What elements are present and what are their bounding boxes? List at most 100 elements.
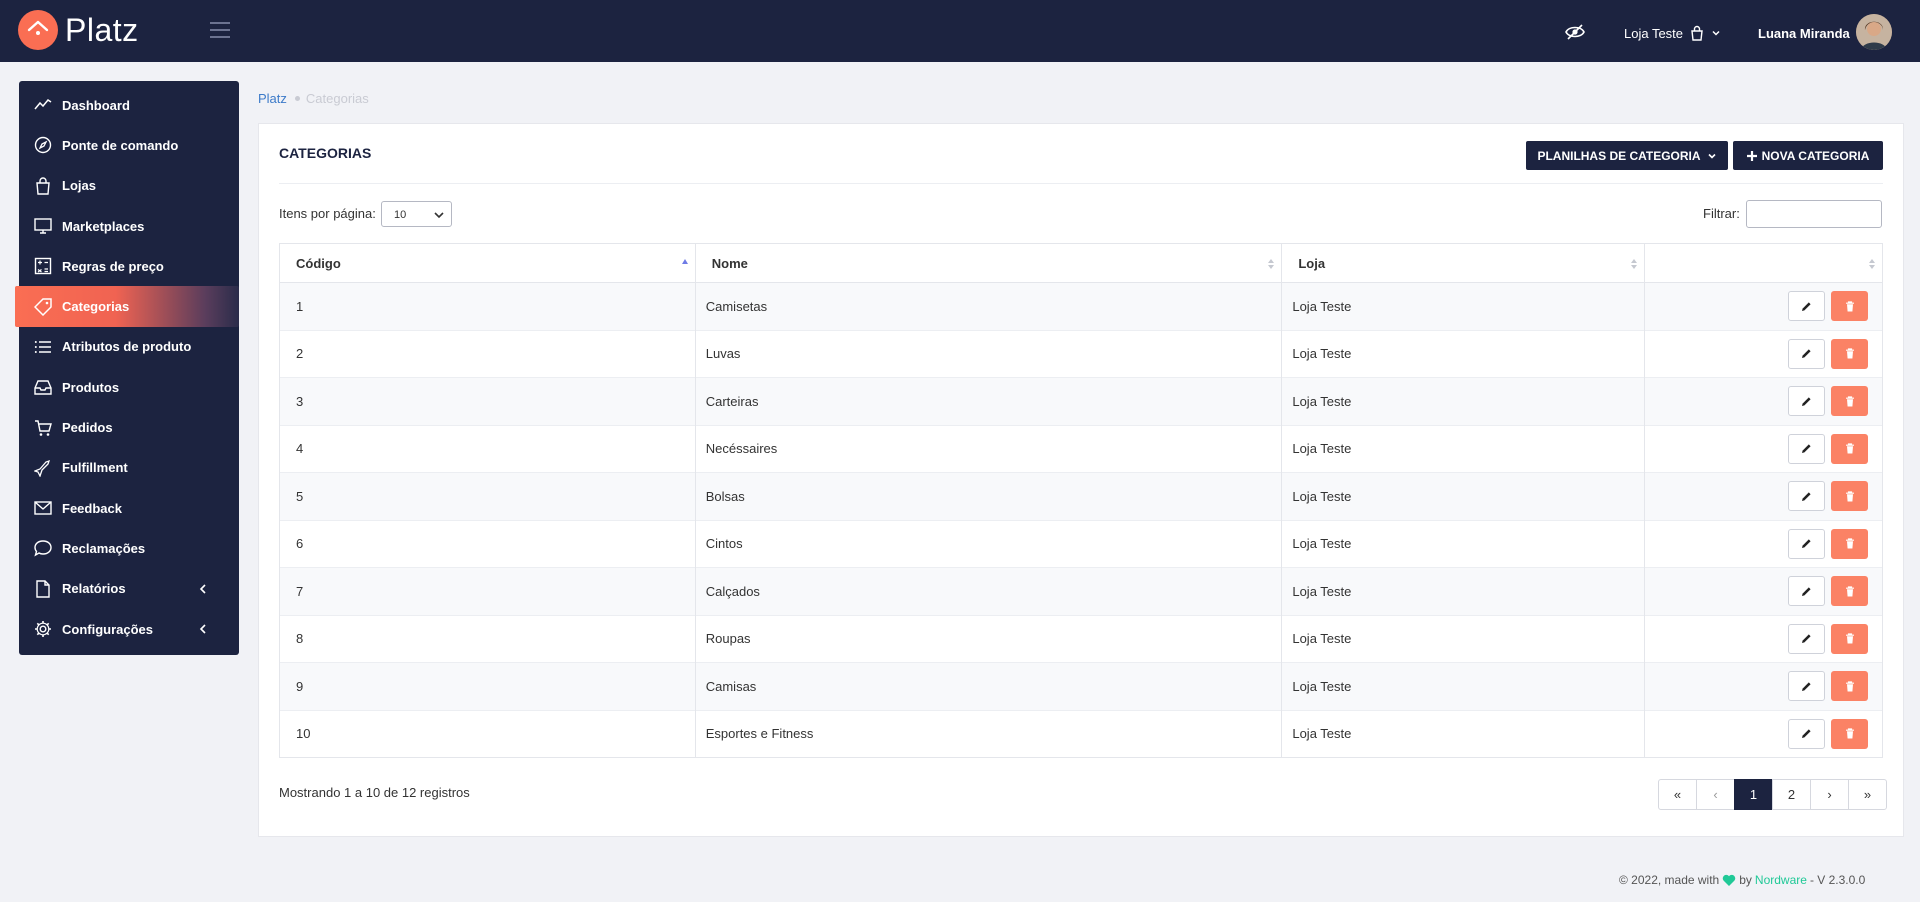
chevron-down-icon <box>1712 30 1720 36</box>
breadcrumb-current: Categorias <box>305 91 369 106</box>
cell-actions <box>1644 662 1883 710</box>
edit-button[interactable] <box>1788 291 1825 322</box>
delete-button[interactable] <box>1831 338 1868 369</box>
edit-button[interactable] <box>1788 623 1825 654</box>
edit-button[interactable] <box>1788 718 1825 749</box>
cell-store: Loja Teste <box>1281 662 1646 710</box>
page-next-button[interactable]: › <box>1810 779 1849 810</box>
page-prev-button[interactable]: ‹ <box>1696 779 1735 810</box>
cell-code: 2 <box>279 329 696 378</box>
trash-icon <box>1845 728 1854 739</box>
sidebar-item-configuracoes[interactable]: Configurações <box>19 609 239 649</box>
sidebar-item-regras-de-preco[interactable]: Regras de preço <box>19 246 239 286</box>
sidebar-item-categorias[interactable]: Categorias <box>15 286 239 327</box>
cell-code: 4 <box>279 424 696 473</box>
category-sheets-button[interactable]: PLANILHAS DE CATEGORIA <box>1526 141 1728 170</box>
sidebar-item-reclamacoes[interactable]: Reclamações <box>19 528 239 568</box>
items-per-page-select[interactable]: 10 <box>381 201 452 227</box>
calculator-icon <box>34 258 52 275</box>
new-category-button[interactable]: NOVA CATEGORIA <box>1733 141 1883 170</box>
table-row: 10 Esportes e Fitness Loja Teste <box>279 709 1883 758</box>
column-header-label: Código <box>296 255 341 271</box>
sidebar-item-label: Reclamações <box>62 540 146 556</box>
table-header-row: Código Nome Loja <box>279 243 1883 283</box>
edit-button[interactable] <box>1788 481 1825 512</box>
delete-button[interactable] <box>1831 671 1868 702</box>
pagination: « ‹ 1 2 › » <box>1658 779 1887 810</box>
eye-slash-icon[interactable] <box>1565 24 1585 43</box>
footer-by: by <box>1739 873 1752 887</box>
cell-store: Loja Teste <box>1281 567 1646 615</box>
cell-code: 5 <box>279 472 696 520</box>
file-icon <box>36 580 50 598</box>
monitor-icon <box>34 218 52 234</box>
delete-button[interactable] <box>1831 576 1868 607</box>
top-navbar: Platz Loja Teste Luana Miranda <box>0 0 1920 62</box>
cell-name: Luvas <box>694 329 1283 378</box>
page-1-button[interactable]: 1 <box>1734 779 1773 810</box>
trash-icon <box>1845 633 1854 644</box>
delete-button[interactable] <box>1831 718 1868 749</box>
sidebar-item-pedidos[interactable]: Pedidos <box>19 407 239 447</box>
trash-icon <box>1845 491 1854 502</box>
edit-button[interactable] <box>1788 671 1825 702</box>
chevron-down-icon <box>434 212 444 219</box>
edit-button[interactable] <box>1788 386 1825 417</box>
sidebar-item-feedback[interactable]: Feedback <box>19 488 239 528</box>
trash-icon <box>1845 348 1854 359</box>
sidebar-item-label: Marketplaces <box>62 218 145 234</box>
sidebar-item-label: Lojas <box>62 178 96 194</box>
chevron-left-icon <box>199 583 206 594</box>
sidebar-item-label: Dashboard <box>62 97 130 113</box>
breadcrumb-home-link[interactable]: Platz <box>258 91 287 106</box>
cell-store: Loja Teste <box>1281 614 1646 663</box>
sidebar-item-ponte-de-comando[interactable]: Ponte de comando <box>19 125 239 165</box>
sidebar-item-marketplaces[interactable]: Marketplaces <box>19 206 239 246</box>
edit-button[interactable] <box>1788 433 1825 464</box>
edit-button[interactable] <box>1788 576 1825 607</box>
sort-icon <box>1631 259 1638 269</box>
column-header-loja[interactable]: Loja <box>1281 243 1646 283</box>
page-first-button[interactable]: « <box>1658 779 1697 810</box>
delete-button[interactable] <box>1831 528 1868 559</box>
delete-button[interactable] <box>1831 623 1868 654</box>
categories-table: Código Nome Loja 1 Camisetas Loja Teste 2 Lu… <box>279 243 1883 758</box>
sidebar-item-atributos-de-produto[interactable]: Atributos de produto <box>19 327 239 367</box>
sidebar-item-label: Configurações <box>62 621 154 637</box>
column-header-actions[interactable] <box>1644 243 1883 283</box>
sidebar-item-label: Produtos <box>62 379 120 395</box>
page-2-button[interactable]: 2 <box>1772 779 1811 810</box>
footer-brand-link[interactable]: Nordware <box>1755 873 1807 887</box>
pencil-icon <box>1802 539 1811 549</box>
edit-button[interactable] <box>1788 338 1825 369</box>
plane-icon <box>34 459 51 477</box>
app-name: Platz <box>65 11 139 48</box>
delete-button[interactable] <box>1831 386 1868 417</box>
page-last-button[interactable]: » <box>1848 779 1887 810</box>
menu-toggle-icon[interactable] <box>210 22 230 43</box>
filter-input[interactable] <box>1746 200 1882 228</box>
delete-button[interactable] <box>1831 291 1868 322</box>
inbox-icon <box>34 380 52 395</box>
table-row: 2 Luvas Loja Teste <box>279 329 1883 378</box>
column-header-nome[interactable]: Nome <box>694 243 1283 283</box>
store-selector[interactable]: Loja Teste <box>1624 25 1721 41</box>
avatar[interactable] <box>1856 14 1892 50</box>
sidebar-item-dashboard[interactable]: Dashboard <box>19 85 239 125</box>
pencil-icon <box>1802 444 1811 454</box>
app-logo[interactable]: Platz <box>18 10 139 50</box>
cell-name: Carteiras <box>694 377 1283 425</box>
sidebar-item-lojas[interactable]: Lojas <box>19 166 239 206</box>
edit-button[interactable] <box>1788 528 1825 559</box>
sidebar-item-produtos[interactable]: Produtos <box>19 367 239 407</box>
sidebar-item-relatorios[interactable]: Relatórios <box>19 569 239 609</box>
user-name[interactable]: Luana Miranda <box>1758 26 1850 41</box>
shopping-bag-icon <box>36 177 50 195</box>
table-row: 1 Camisetas Loja Teste <box>279 282 1883 330</box>
cell-store: Loja Teste <box>1281 709 1646 758</box>
delete-button[interactable] <box>1831 433 1868 464</box>
delete-button[interactable] <box>1831 481 1868 512</box>
footer-prefix: © 2022, made with <box>1619 873 1720 887</box>
column-header-codigo[interactable]: Código <box>279 243 696 283</box>
sidebar-item-fulfillment[interactable]: Fulfillment <box>19 448 239 488</box>
